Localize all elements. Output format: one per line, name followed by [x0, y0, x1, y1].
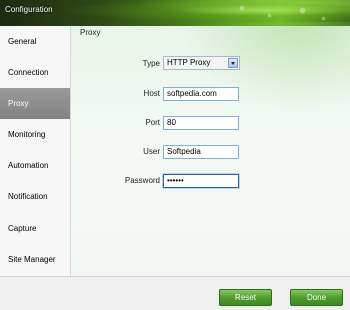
type-label: Type [142, 59, 160, 68]
sidebar-item-notification[interactable]: Notification [0, 181, 70, 212]
sidebar-item-general[interactable]: General [0, 26, 70, 57]
password-field[interactable]: •••••• [163, 174, 239, 188]
sidebar: General Connection Proxy Monitoring Auto… [0, 26, 71, 276]
water-drop-decoration [268, 14, 271, 17]
chevron-down-icon[interactable] [228, 58, 238, 68]
port-field[interactable]: 80 [163, 116, 239, 130]
host-label: Host [143, 89, 160, 98]
configuration-window: Configuration General Connection Proxy M… [0, 0, 350, 310]
reset-button[interactable]: Reset [219, 289, 272, 306]
water-drop-decoration [322, 17, 325, 20]
user-label: User [143, 147, 160, 156]
sidebar-item-capture[interactable]: Capture [0, 213, 70, 244]
window-title: Configuration [5, 5, 53, 14]
sidebar-item-proxy[interactable]: Proxy [0, 88, 70, 119]
sidebar-item-site-manager[interactable]: Site Manager [0, 244, 70, 275]
done-button[interactable]: Done [290, 289, 343, 306]
sidebar-item-monitoring[interactable]: Monitoring [0, 119, 70, 150]
user-field[interactable]: Softpedia [163, 145, 239, 159]
port-label: Port [145, 118, 160, 127]
footer-bar: Reset Done [0, 276, 350, 310]
panel-title: Proxy [80, 28, 101, 37]
password-label: Password [124, 176, 160, 185]
host-field[interactable]: softpedia.com [163, 87, 239, 101]
water-drop-decoration [240, 6, 244, 10]
sidebar-item-automation[interactable]: Automation [0, 150, 70, 181]
proxy-type-value: HTTP Proxy [167, 58, 211, 67]
proxy-type-select[interactable]: HTTP Proxy [163, 56, 240, 70]
water-drop-decoration [300, 8, 305, 13]
sidebar-item-connection[interactable]: Connection [0, 57, 70, 88]
